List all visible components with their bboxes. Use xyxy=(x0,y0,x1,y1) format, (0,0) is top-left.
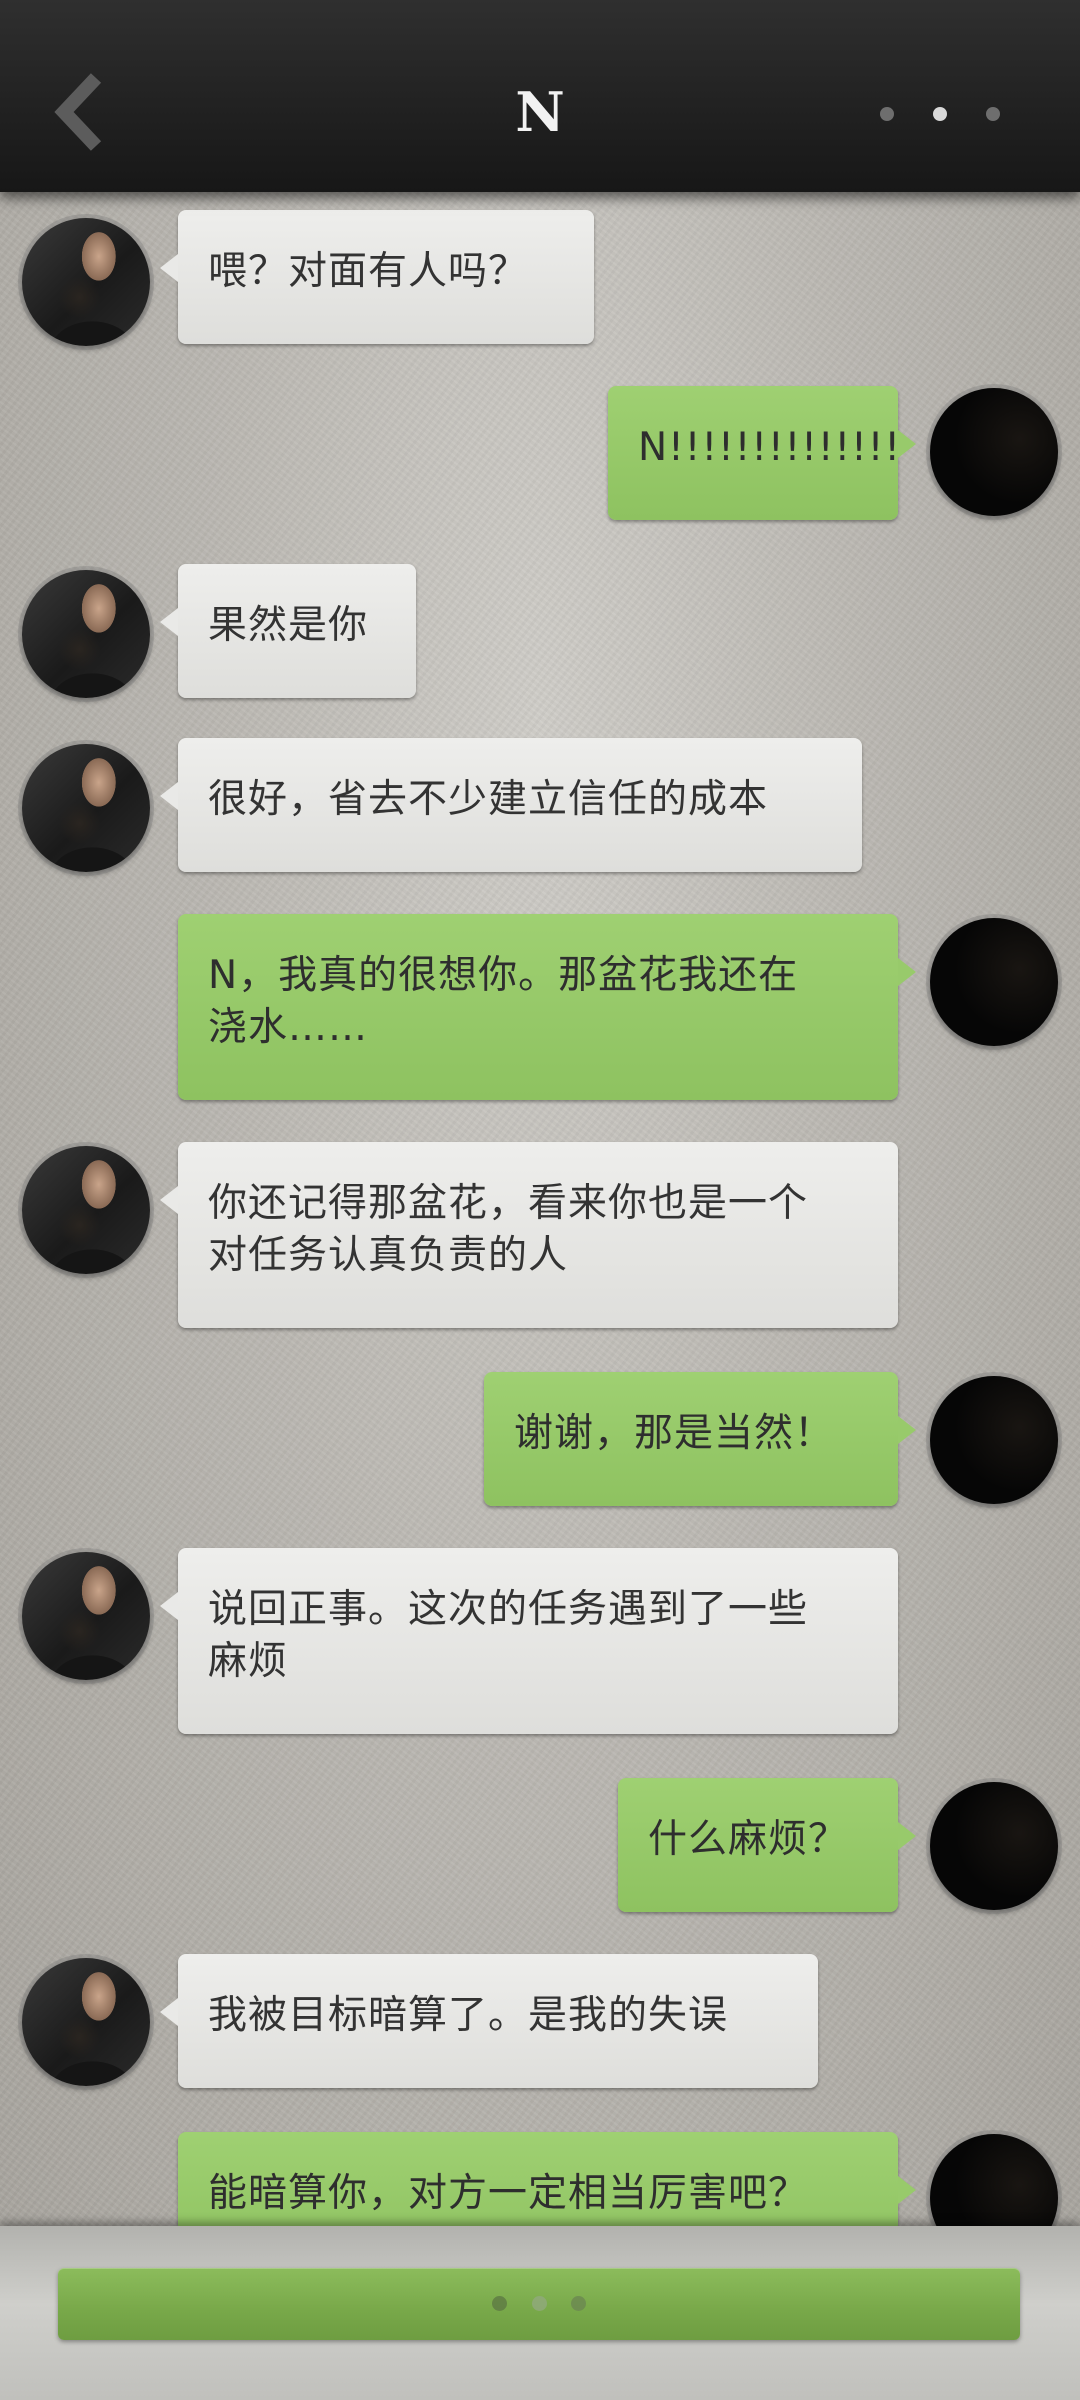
header-bar: N xyxy=(0,0,1080,192)
incoming-message-bubble: 喂？对面有人吗？ xyxy=(160,210,594,344)
more-dots-icon xyxy=(986,107,1000,121)
user-avatar[interactable] xyxy=(930,1376,1058,1504)
contact-avatar[interactable] xyxy=(22,218,150,346)
footer-bar xyxy=(0,2226,1080,2400)
user-avatar[interactable] xyxy=(930,2134,1058,2226)
incoming-message-bubble: 说回正事。这次的任务遇到了一些 麻烦 xyxy=(160,1548,898,1734)
outgoing-message-bubble: 什么麻烦？ xyxy=(618,1778,916,1912)
incoming-message-bubble: 很好，省去不少建立信任的成本 xyxy=(160,738,862,872)
contact-avatar[interactable] xyxy=(22,1958,150,2086)
contact-avatar[interactable] xyxy=(22,1552,150,1680)
user-avatar[interactable] xyxy=(930,918,1058,1046)
user-avatar[interactable] xyxy=(930,1782,1058,1910)
outgoing-message-bubble: N，我真的很想你。那盆花我还在 浇水…… xyxy=(178,914,916,1100)
user-avatar[interactable] xyxy=(930,388,1058,516)
incoming-message-bubble: 我被目标暗算了。是我的失误 xyxy=(160,1954,818,2088)
more-dots-icon xyxy=(933,107,947,121)
message-list[interactable]: 喂？对面有人吗？ N!!!!!!!!!!!!!! 果然是你 很好，省去不少建立信… xyxy=(0,192,1080,2226)
more-dots-icon xyxy=(880,107,894,121)
contact-avatar[interactable] xyxy=(22,744,150,872)
incoming-message-bubble: 你还记得那盆花，看来你也是一个 对任务认真负责的人 xyxy=(160,1142,898,1328)
reply-button[interactable] xyxy=(58,2268,1020,2340)
typing-dots-icon xyxy=(492,2296,586,2312)
contact-avatar[interactable] xyxy=(22,570,150,698)
outgoing-message-bubble: 能暗算你，对方一定相当厉害吧？ xyxy=(178,2132,916,2226)
more-options-button[interactable] xyxy=(880,96,1000,132)
contact-avatar[interactable] xyxy=(22,1146,150,1274)
outgoing-message-bubble: N!!!!!!!!!!!!!! xyxy=(608,386,916,520)
outgoing-message-bubble: 谢谢，那是当然！ xyxy=(484,1372,916,1506)
incoming-message-bubble: 果然是你 xyxy=(160,564,416,698)
